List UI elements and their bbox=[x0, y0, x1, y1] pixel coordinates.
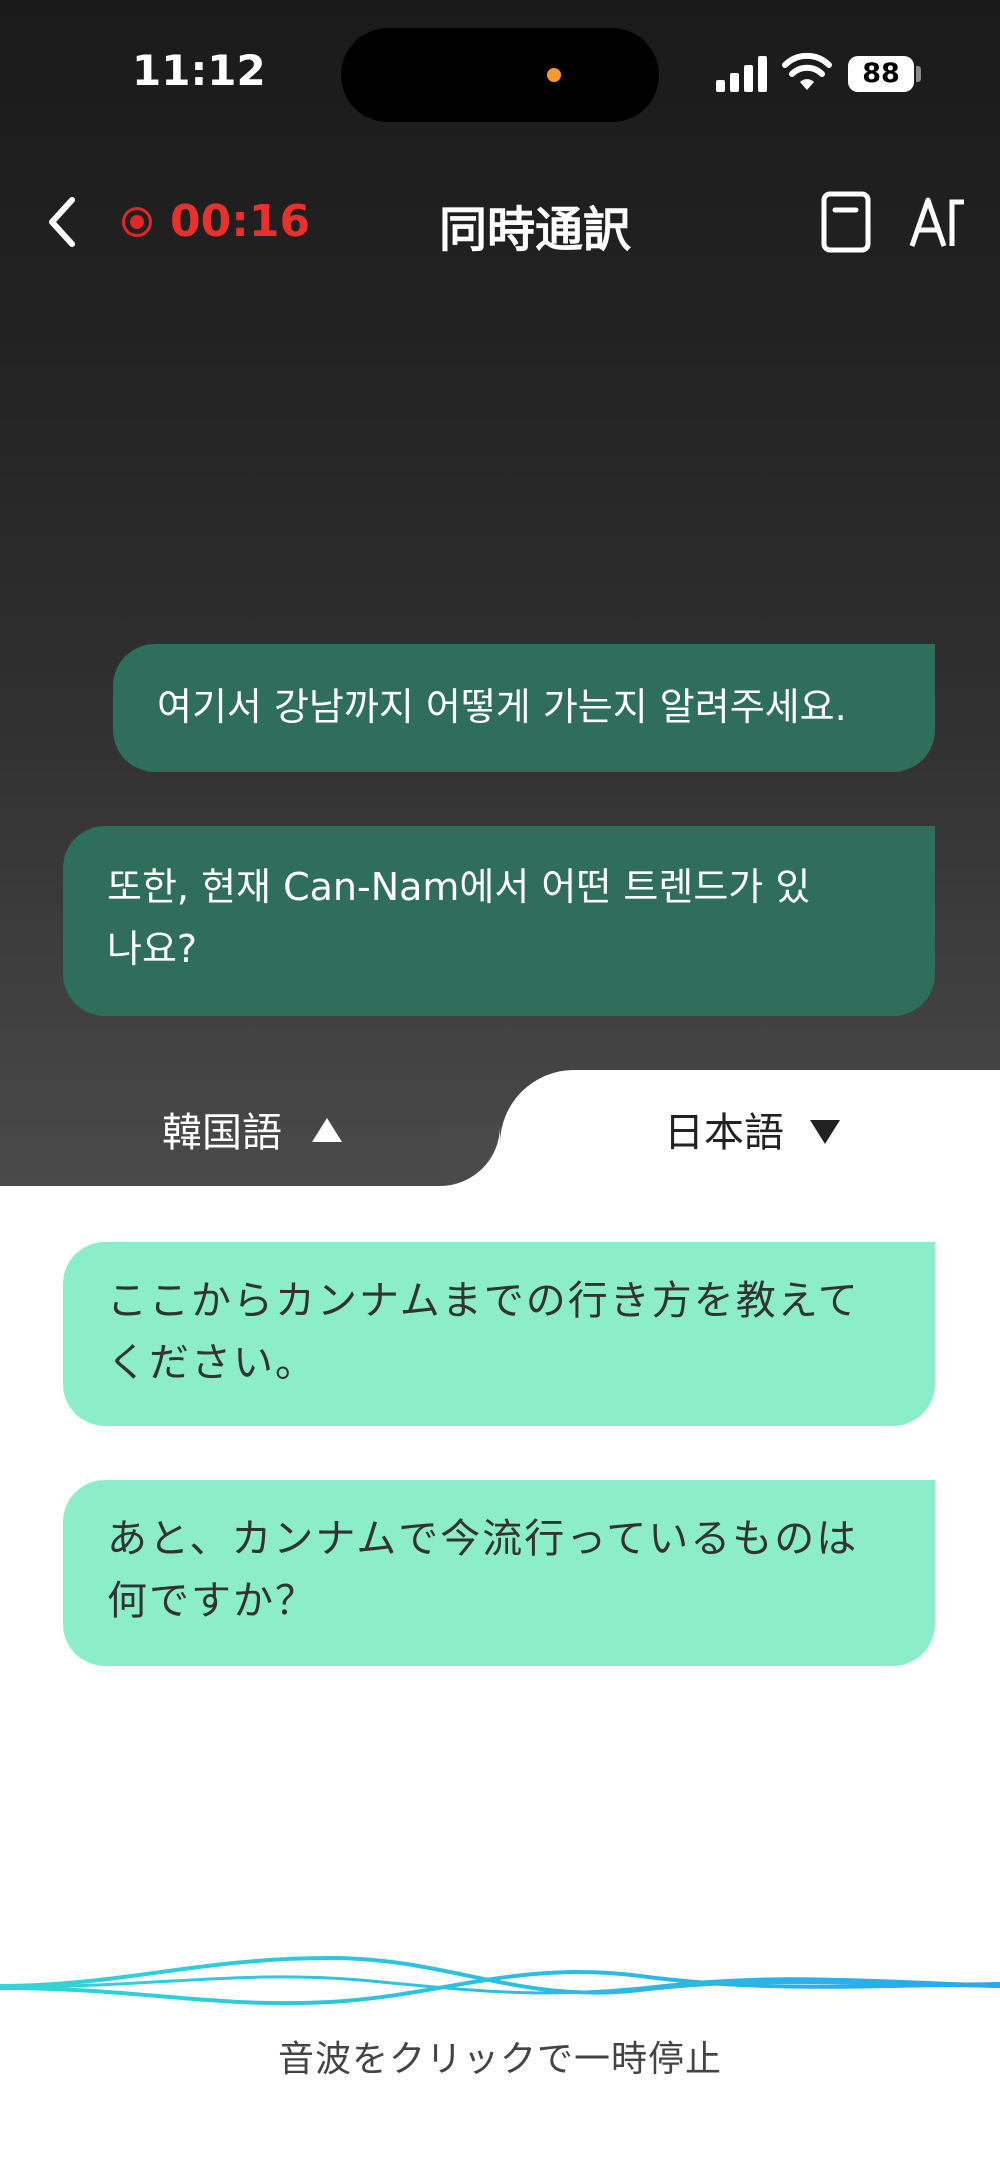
tab-corner-decoration bbox=[440, 1126, 500, 1186]
back-chevron-icon[interactable] bbox=[40, 194, 84, 250]
transcript-book-icon[interactable] bbox=[818, 190, 874, 254]
wifi-icon bbox=[782, 52, 832, 90]
pause-hint-text: 音波をクリックで一時停止 bbox=[277, 2039, 722, 2080]
translated-message-bubble: あと、カンナムで今流行っているものは 何ですか？ bbox=[63, 1480, 935, 1666]
source-message-line: 여기서 강남까지 어떻게 가는지 알려주세요. bbox=[157, 685, 847, 729]
page-title: 同時通訳 bbox=[438, 202, 631, 258]
source-language-label: 韓国語 bbox=[162, 1110, 282, 1156]
triangle-down-icon bbox=[810, 1120, 840, 1144]
translated-message-line: ください。 bbox=[107, 1340, 317, 1386]
target-language-selector[interactable]: 日本語 bbox=[500, 1070, 1000, 1186]
font-size-icon[interactable] bbox=[908, 194, 970, 250]
target-language-label: 日本語 bbox=[664, 1110, 784, 1156]
source-message-bubble: 여기서 강남까지 어떻게 가는지 알려주세요. bbox=[113, 644, 935, 772]
status-time: 11:12 bbox=[132, 46, 266, 95]
battery-cap bbox=[916, 66, 921, 82]
privacy-indicator-dot bbox=[547, 68, 561, 82]
translated-message-line: ここからカンナムまでの行き方を教えて bbox=[107, 1278, 860, 1324]
battery-icon: 88 bbox=[848, 56, 914, 92]
source-message-line: 나요? bbox=[107, 927, 198, 971]
recording-timer: 00:16 bbox=[170, 196, 311, 247]
source-language-selector[interactable]: 韓国語 bbox=[0, 1070, 500, 1186]
cellular-signal-icon bbox=[716, 56, 768, 92]
translated-message-line: 何ですか？ bbox=[107, 1578, 317, 1624]
recording-icon bbox=[122, 207, 152, 237]
triangle-up-icon bbox=[312, 1118, 342, 1142]
source-message-line: 또한, 현재 Can-Nam에서 어떤 트렌드가 있 bbox=[107, 865, 811, 909]
source-message-bubble: 또한, 현재 Can-Nam에서 어떤 트렌드가 있 나요? bbox=[63, 826, 935, 1016]
translated-message-line: あと、カンナムで今流行っているものは bbox=[107, 1516, 859, 1562]
dynamic-island bbox=[341, 28, 659, 122]
sound-wave-button[interactable] bbox=[0, 1940, 1000, 2020]
translated-message-bubble: ここからカンナムまでの行き方を教えて ください。 bbox=[63, 1242, 935, 1426]
